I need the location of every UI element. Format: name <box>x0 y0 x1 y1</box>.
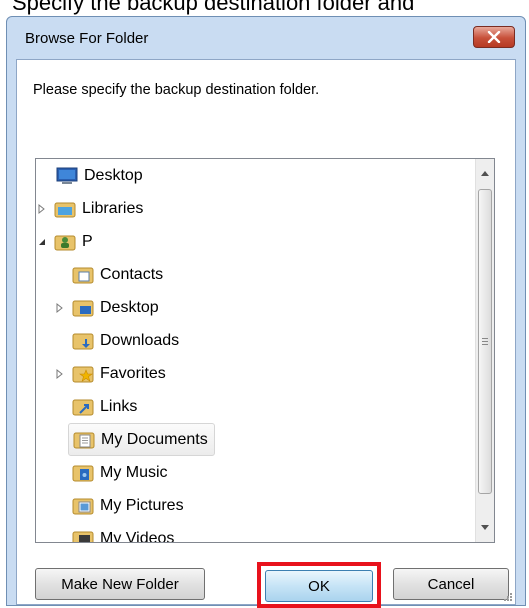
tree-item-label: My Videos <box>100 529 175 543</box>
tree-item-my-pictures[interactable]: My Pictures <box>72 489 184 522</box>
tree-item-label: P <box>82 232 93 250</box>
tree-item-links[interactable]: Links <box>72 390 137 423</box>
tree-item-downloads[interactable]: Downloads <box>72 324 179 357</box>
downloads-folder-icon <box>72 333 94 349</box>
grip-line <box>482 344 488 345</box>
tree-item-label: Libraries <box>82 199 144 217</box>
tree-item-label: Links <box>100 397 138 415</box>
close-icon <box>487 31 501 43</box>
close-button[interactable] <box>473 26 515 48</box>
scrollbar-thumb[interactable] <box>478 189 492 494</box>
contacts-folder-icon <box>72 267 94 283</box>
tree-item-label: My Documents <box>101 430 208 448</box>
tree-item-my-music[interactable]: My Music <box>72 456 168 489</box>
videos-folder-icon <box>72 531 94 542</box>
tree-item-label: Desktop <box>84 166 143 184</box>
instruction-text: Specify the backup destination folder an… <box>12 0 415 15</box>
dialog-prompt: Please specify the backup destination fo… <box>33 82 320 98</box>
tree-item-contacts[interactable]: Contacts <box>72 258 163 291</box>
user-folder-icon <box>54 235 76 250</box>
tree-item-label: My Music <box>100 463 168 481</box>
dialog-body: Please specify the backup destination fo… <box>16 59 516 608</box>
tree-item-label: Contacts <box>100 265 164 283</box>
browse-for-folder-dialog: Browse For Folder Please specify the bac… <box>6 16 526 608</box>
links-folder-icon <box>72 399 94 415</box>
expand-arrow-icon[interactable] <box>36 203 48 215</box>
tree-item-label: Favorites <box>100 364 166 382</box>
desktop-icon <box>56 167 78 184</box>
collapse-arrow-icon[interactable] <box>36 236 48 248</box>
title-bar[interactable]: Browse For Folder <box>7 17 525 59</box>
desktop-folder-icon <box>72 300 94 316</box>
ok-highlight-box <box>257 562 381 608</box>
favorites-folder-icon <box>72 366 94 382</box>
folder-tree[interactable]: Desktop Libraries P Contacts Desktop Dow… <box>35 158 495 543</box>
dialog-title: Browse For Folder <box>25 30 149 47</box>
make-new-folder-label: Make New Folder <box>61 575 179 593</box>
grip-line <box>482 341 488 342</box>
tree-item-label: My Pictures <box>100 496 184 514</box>
grip-line <box>482 338 488 339</box>
scroll-down-arrow-icon[interactable] <box>481 525 489 530</box>
libraries-icon <box>54 202 76 217</box>
tree-item-desktop-root[interactable]: Desktop <box>56 159 143 192</box>
cancel-label: Cancel <box>427 575 475 593</box>
music-folder-icon <box>72 465 94 481</box>
tree-item-label: Downloads <box>100 331 180 349</box>
tree-item-my-videos[interactable]: My Videos <box>72 522 175 543</box>
pictures-folder-icon <box>72 498 94 514</box>
expand-arrow-icon[interactable] <box>54 368 66 380</box>
cancel-button[interactable]: Cancel <box>393 568 509 600</box>
expand-arrow-icon[interactable] <box>54 302 66 314</box>
resize-grip-icon[interactable] <box>503 592 513 602</box>
tree-item-p[interactable]: P <box>36 225 93 258</box>
scroll-up-arrow-icon[interactable] <box>481 171 489 176</box>
tree-vertical-scrollbar[interactable] <box>475 159 494 542</box>
tree-item-desktop[interactable]: Desktop <box>54 291 159 324</box>
make-new-folder-button[interactable]: Make New Folder <box>35 568 205 600</box>
tree-item-label: Desktop <box>100 298 159 316</box>
tree-item-favorites[interactable]: Favorites <box>54 357 166 390</box>
tree-item-my-documents[interactable]: My Documents <box>68 423 215 456</box>
tree-item-libraries[interactable]: Libraries <box>36 192 143 225</box>
documents-folder-icon <box>73 432 95 448</box>
